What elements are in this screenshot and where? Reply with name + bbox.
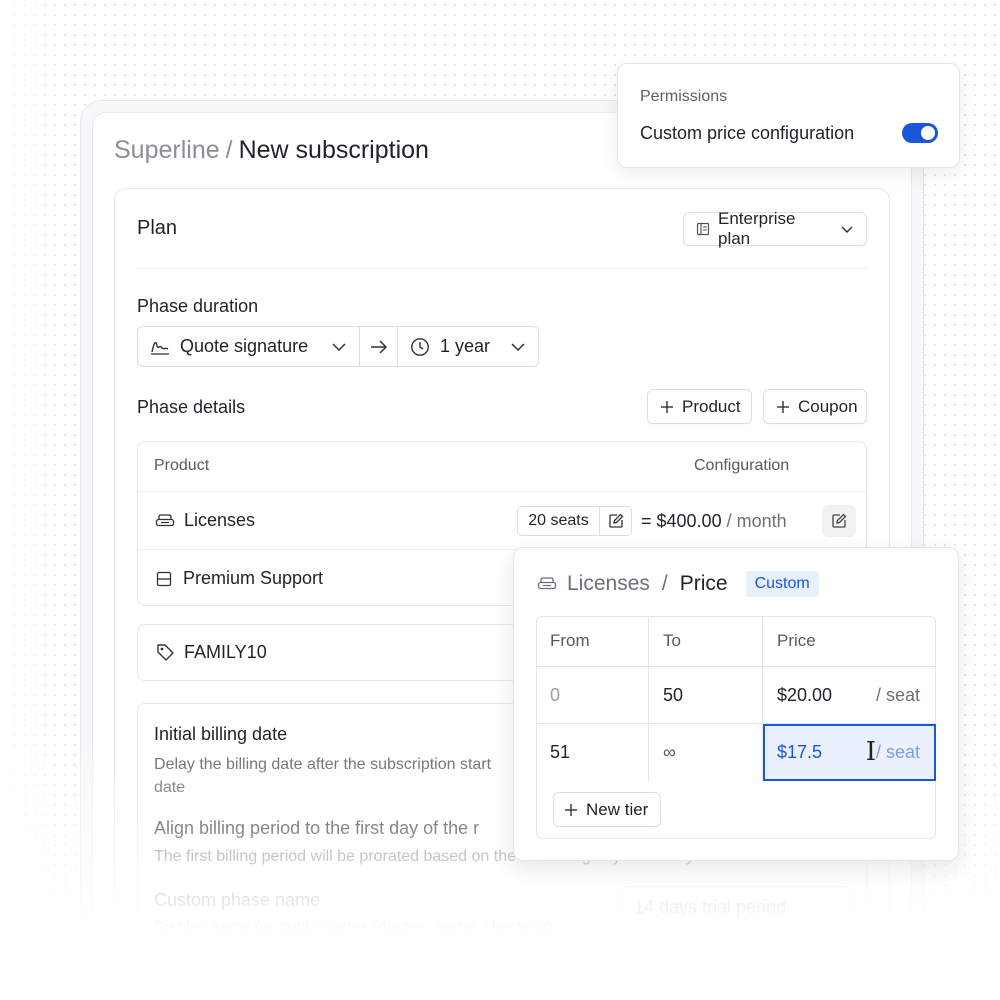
row-divider [138, 491, 866, 492]
new-tier-button[interactable]: New tier [553, 792, 661, 827]
tier-price-cell[interactable]: $20.00 / seat [763, 667, 936, 723]
column-header-to: To [649, 616, 763, 666]
plus-icon [660, 400, 674, 414]
align-billing-title: Align billing period to the first day of… [154, 818, 480, 838]
table-row-premium-support[interactable]: Premium Support [156, 568, 323, 589]
popover-title: Price [679, 572, 728, 595]
product-name: Premium Support [183, 568, 324, 588]
tier-price-unit: / seat [875, 742, 920, 762]
tier-to-cell[interactable]: ∞ [649, 724, 763, 781]
phase-start-value: Quote signature [180, 336, 309, 356]
tier-price-unit: / seat [875, 684, 920, 705]
add-coupon-label: Coupon [798, 396, 858, 416]
line-total-period: / month [726, 511, 787, 531]
custom-price-config-toggle[interactable] [902, 123, 938, 143]
tier-row: 51 ∞ $17.5 I / seat [536, 724, 936, 781]
page-title: New subscription [238, 136, 429, 164]
plan-label: Plan [137, 217, 178, 239]
initial-billing-description: Delay the billing date after the subscri… [154, 756, 492, 796]
text-cursor-icon: I [865, 737, 876, 767]
popover-separator: / [661, 572, 668, 595]
breadcrumb-separator: / [225, 136, 233, 164]
tier-price-value: $17.5 [777, 742, 823, 762]
tier-grid: From To Price 0 50 $20.00 / seat 51 ∞ $1… [536, 616, 936, 781]
tier-row: 0 50 $20.00 / seat [536, 667, 936, 724]
plan-select-value: Enterprise plan [718, 209, 796, 248]
tier-price-input[interactable]: $17.5 I / seat [763, 724, 936, 781]
plan-select[interactable]: Enterprise plan [683, 209, 867, 248]
tier-price-value: $20.00 [777, 684, 833, 705]
tag-icon [156, 643, 175, 662]
tier-from-cell[interactable]: 51 [536, 724, 649, 781]
phase-duration-value: 1 year [440, 336, 491, 356]
chevron-down-icon [840, 222, 854, 236]
product-name: Licenses [184, 510, 256, 530]
edit-icon[interactable] [600, 507, 631, 535]
signature-icon [150, 338, 170, 356]
custom-phase-name-description: Display name for public pages (quotes, p… [154, 919, 554, 936]
quantity-field[interactable]: 20 seats [517, 506, 632, 536]
new-tier-label: New tier [586, 799, 649, 819]
box-icon [156, 571, 172, 587]
quantity-value: 20 seats [518, 507, 600, 535]
phase-duration-label: Phase duration [137, 296, 259, 316]
initial-billing-title: Initial billing date [154, 724, 288, 744]
custom-phase-name-title: Custom phase name [154, 890, 321, 910]
custom-phase-name-input[interactable]: 14 days trial period [621, 886, 851, 928]
popover-product-name: Licenses [567, 572, 650, 595]
custom-price-config-label: Custom price configuration [640, 123, 855, 143]
sofa-icon [537, 576, 557, 592]
line-total: = $400.00 / month [641, 511, 787, 532]
plus-icon [776, 400, 790, 414]
toggle-knob [921, 126, 935, 140]
column-header-product: Product [154, 457, 210, 474]
table-row-licenses[interactable]: Licenses [155, 510, 255, 531]
phase-start-select[interactable]: Quote signature [138, 327, 360, 366]
phase-duration-select[interactable]: 1 year [398, 327, 538, 366]
sofa-icon [155, 513, 175, 529]
column-header-price: Price [777, 631, 816, 650]
plus-icon [564, 803, 578, 817]
column-header-configuration: Configuration [694, 457, 790, 474]
plan-icon [696, 222, 710, 236]
chevron-down-icon [510, 339, 526, 355]
column-header-from: From [536, 616, 649, 666]
phase-duration-control: Quote signature 1 year [137, 326, 539, 367]
tier-header-row: From To Price [536, 616, 936, 667]
divider [137, 268, 867, 269]
add-product-label: Product [682, 396, 741, 416]
permissions-popover [617, 63, 960, 168]
permissions-title: Permissions [640, 88, 728, 105]
add-coupon-button[interactable]: Coupon [763, 389, 867, 424]
coupon-code: FAMILY10 [184, 642, 267, 662]
arrow-right-icon [360, 327, 398, 366]
tier-from-cell[interactable]: 0 [536, 667, 649, 723]
custom-badge: Custom [745, 571, 819, 597]
line-total-amount: = $400.00 [641, 511, 722, 531]
tier-to-cell[interactable]: 50 [649, 667, 763, 723]
phase-details-label: Phase details [137, 397, 246, 417]
edit-icon [831, 513, 847, 529]
clock-icon [410, 337, 430, 357]
add-product-button[interactable]: Product [647, 389, 752, 424]
price-popover-header: Licenses / Price Custom [537, 571, 819, 597]
chevron-down-icon [331, 339, 347, 355]
breadcrumb: Superline / New subscription [114, 136, 429, 165]
edit-price-button[interactable] [822, 505, 856, 537]
breadcrumb-parent[interactable]: Superline [114, 136, 220, 164]
